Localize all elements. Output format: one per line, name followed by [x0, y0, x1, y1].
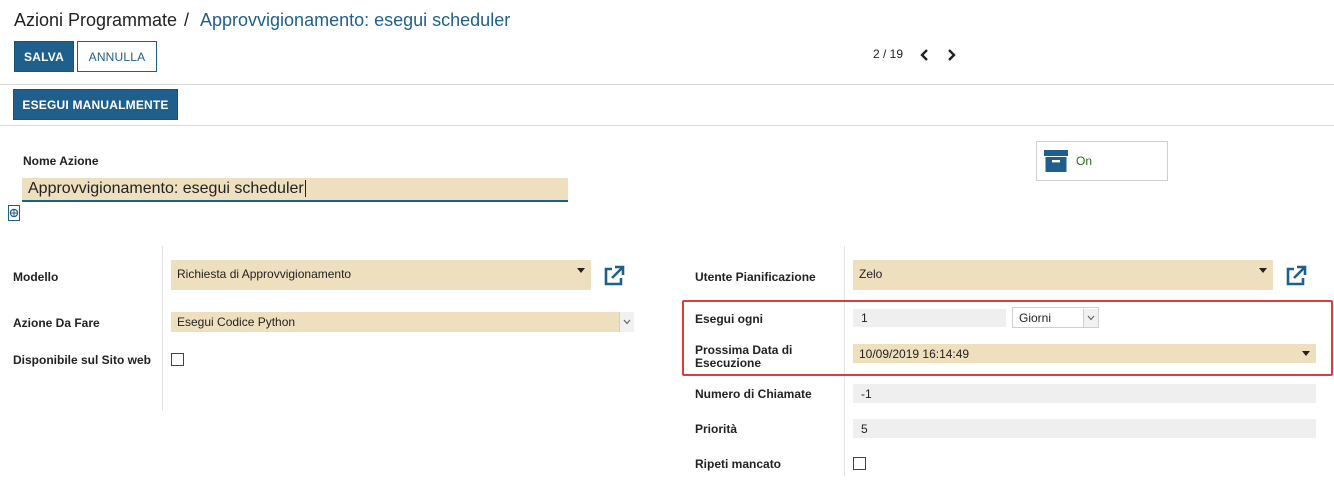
archive-icon: [1044, 150, 1068, 172]
name-input[interactable]: Approvvigionamento: esegui scheduler: [22, 178, 568, 202]
breadcrumb-root[interactable]: Azioni Programmate: [14, 10, 177, 31]
user-external-link-icon[interactable]: [1285, 265, 1307, 287]
translate-icon[interactable]: [8, 205, 20, 221]
chevron-right-icon: [948, 49, 956, 61]
chevron-down-icon: [1259, 267, 1267, 273]
priority-input[interactable]: 5: [853, 419, 1316, 438]
highlight-box: [682, 300, 1333, 376]
pager-next-button[interactable]: [942, 46, 960, 64]
priority-label: Priorità: [695, 422, 738, 436]
pager-value: 2 / 19: [873, 47, 904, 61]
name-input-value: Approvvigionamento: esegui scheduler: [28, 180, 304, 197]
website-checkbox[interactable]: [171, 353, 184, 366]
cancel-button[interactable]: ANNULLA: [77, 41, 157, 72]
run-manually-button[interactable]: ESEGUI MANUALMENTE: [13, 89, 178, 120]
action-label: Azione Da Fare: [13, 316, 100, 330]
model-label: Modello: [13, 270, 59, 284]
header-divider: [0, 84, 1334, 85]
chevron-left-icon: [920, 49, 928, 61]
user-label: Utente Pianificazione: [695, 270, 816, 284]
model-external-link-icon[interactable]: [603, 265, 625, 287]
left-group-divider: [162, 246, 163, 411]
retry-label: Ripeti mancato: [695, 457, 782, 471]
priority-value: 5: [861, 421, 868, 436]
pager-prev-button[interactable]: [916, 46, 934, 64]
text-cursor: [304, 180, 306, 198]
action-select[interactable]: Esegui Codice Python: [171, 312, 634, 332]
retry-checkbox[interactable]: [853, 457, 866, 470]
action-bar-divider: [0, 125, 1334, 126]
calls-label: Numero di Chiamate: [695, 387, 812, 401]
active-toggle-label: On: [1076, 154, 1093, 168]
active-toggle-button[interactable]: On: [1036, 141, 1168, 181]
user-select[interactable]: Zelo: [853, 260, 1273, 290]
breadcrumb-separator: /: [184, 10, 190, 30]
chevron-down-icon: [619, 312, 634, 332]
name-label: Nome Azione: [23, 154, 99, 168]
model-select[interactable]: Richiesta di Approvvigionamento: [171, 260, 591, 290]
calls-input[interactable]: -1: [853, 384, 1316, 403]
save-button[interactable]: SALVA: [14, 41, 74, 72]
chevron-down-icon: [577, 267, 585, 273]
breadcrumb-current: Approvvigionamento: esegui scheduler: [200, 10, 511, 30]
model-select-value: Richiesta di Approvvigionamento: [177, 266, 352, 281]
action-select-value: Esegui Codice Python: [177, 315, 296, 329]
calls-value: -1: [861, 386, 872, 401]
website-label: Disponibile sul Sito web: [13, 353, 152, 367]
user-select-value: Zelo: [859, 266, 883, 281]
